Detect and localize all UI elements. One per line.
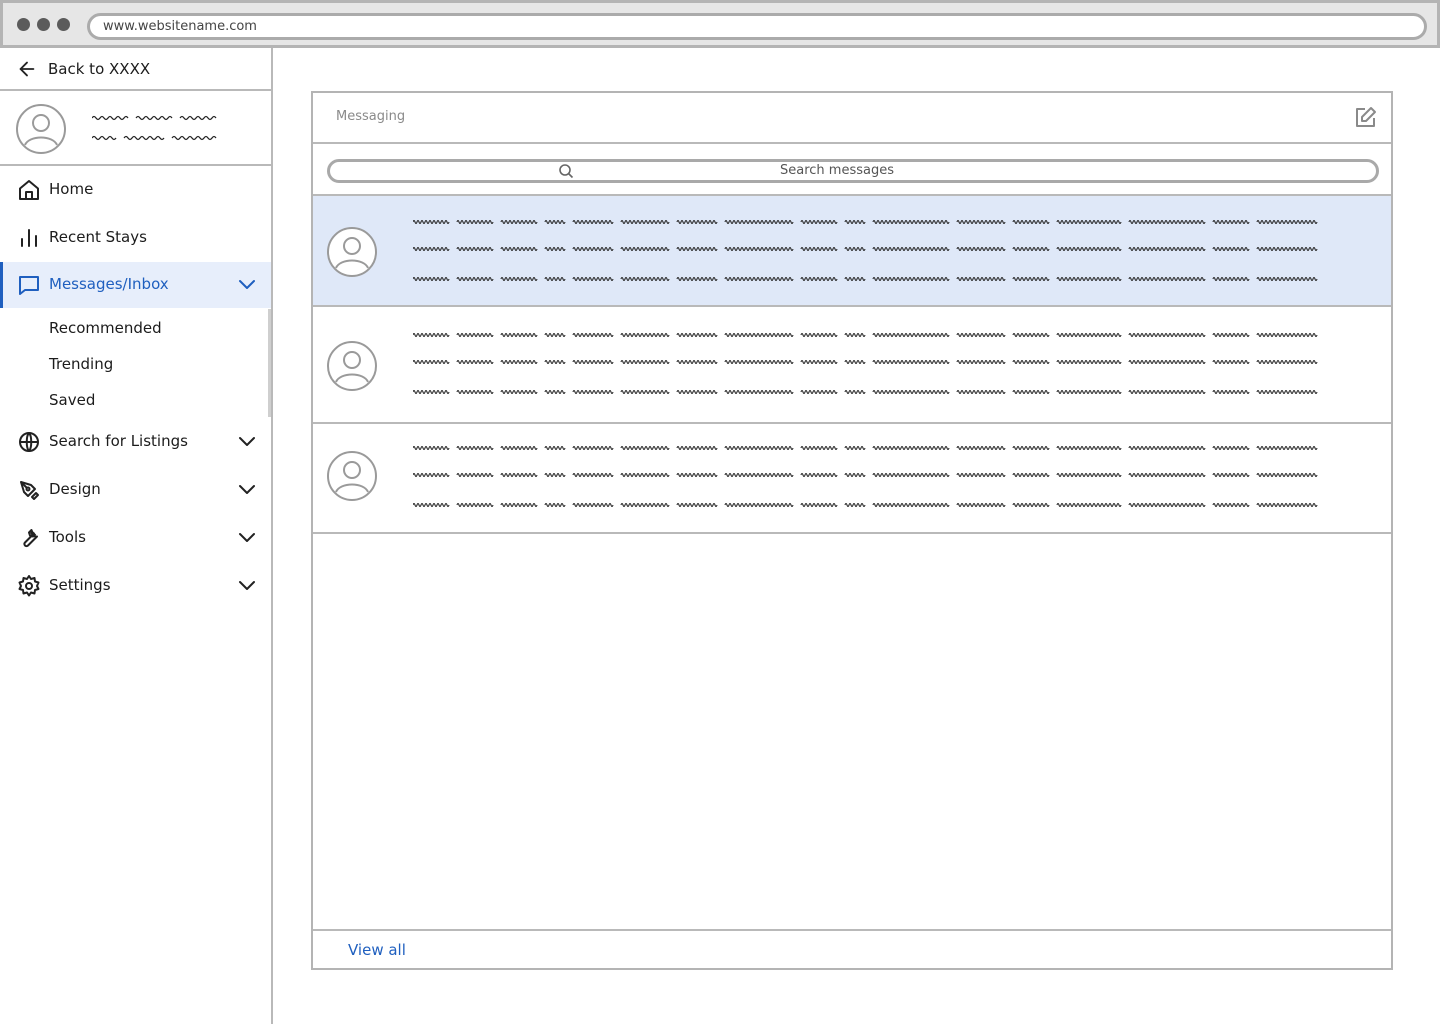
message-thread[interactable] <box>313 424 1391 534</box>
chevron-down-icon[interactable] <box>238 482 256 496</box>
bar-chart-icon <box>21 229 37 247</box>
search-bar: Search messages <box>313 144 1391 196</box>
compose-icon[interactable] <box>1353 106 1377 130</box>
message-preview-line <box>413 472 1318 478</box>
nav-messages-inbox-label: Messages/Inbox <box>49 275 169 293</box>
user-detail-scribble <box>92 135 217 141</box>
message-thread[interactable] <box>313 307 1391 424</box>
chevron-down-icon[interactable] <box>238 434 256 448</box>
message-preview-line <box>413 359 1318 365</box>
messaging-title: Messaging <box>336 109 406 124</box>
nav-messages-inbox[interactable]: Messages/Inbox <box>0 262 271 308</box>
search-input[interactable]: Search messages <box>327 159 1379 183</box>
nav-settings[interactable]: Settings <box>0 563 271 609</box>
address-bar-url: www.websitename.com <box>103 19 257 34</box>
message-preview-line <box>413 332 1318 338</box>
search-placeholder: Search messages <box>780 163 894 178</box>
nav-recent-stays[interactable]: Recent Stays <box>0 215 271 261</box>
sidebar: Back to XXXX Home Recent Stays Messages/… <box>0 48 273 1024</box>
nav-tools[interactable]: Tools <box>0 515 271 561</box>
back-link[interactable]: Back to XXXX <box>0 48 271 91</box>
subnav-trending[interactable]: Trending <box>49 355 113 373</box>
address-bar[interactable]: www.websitename.com <box>87 13 1427 40</box>
arrow-left-icon <box>19 61 35 77</box>
message-preview-line <box>413 219 1318 225</box>
subnav-divider <box>268 309 271 417</box>
message-thread[interactable] <box>313 196 1391 307</box>
message-preview-line <box>413 389 1318 395</box>
wrench-icon <box>23 529 38 548</box>
nav-home-label: Home <box>49 180 94 198</box>
messaging-header: Messaging <box>313 93 1391 144</box>
avatar <box>327 341 377 391</box>
nav-home[interactable]: Home <box>0 167 271 213</box>
globe-icon <box>19 432 39 452</box>
browser-chrome: www.websitename.com <box>0 0 1440 48</box>
home-icon <box>19 180 39 200</box>
avatar <box>327 227 377 277</box>
nav-search-listings-label: Search for Listings <box>49 432 188 450</box>
message-preview-line <box>413 502 1318 508</box>
messaging-footer: View all <box>313 929 1391 968</box>
window-minimize-dot[interactable] <box>37 18 50 31</box>
nav-tools-label: Tools <box>49 528 86 546</box>
avatar <box>16 104 66 154</box>
window-close-dot[interactable] <box>17 18 30 31</box>
message-preview-line <box>413 246 1318 252</box>
gear-icon <box>18 575 40 597</box>
message-preview-line <box>413 445 1318 451</box>
back-link-label: Back to XXXX <box>48 60 151 78</box>
pen-tool-icon <box>20 481 39 500</box>
window-maximize-dot[interactable] <box>57 18 70 31</box>
subnav-recommended[interactable]: Recommended <box>49 319 162 337</box>
search-icon <box>559 164 574 179</box>
nav-design-label: Design <box>49 480 101 498</box>
nav-search-listings[interactable]: Search for Listings <box>0 419 271 465</box>
avatar <box>327 451 377 501</box>
chevron-down-icon[interactable] <box>238 530 256 544</box>
chevron-down-icon[interactable] <box>238 578 256 592</box>
messaging-panel: Messaging Search messages View all <box>311 91 1393 970</box>
message-icon <box>19 276 39 295</box>
nav-design[interactable]: Design <box>0 467 271 513</box>
chevron-down-icon[interactable] <box>238 277 256 291</box>
view-all-link[interactable]: View all <box>348 941 406 959</box>
nav-settings-label: Settings <box>49 576 111 594</box>
nav-recent-stays-label: Recent Stays <box>49 228 147 246</box>
subnav-saved[interactable]: Saved <box>49 391 95 409</box>
user-profile[interactable] <box>0 91 271 166</box>
message-preview-line <box>413 276 1318 282</box>
user-name-scribble <box>92 115 217 121</box>
